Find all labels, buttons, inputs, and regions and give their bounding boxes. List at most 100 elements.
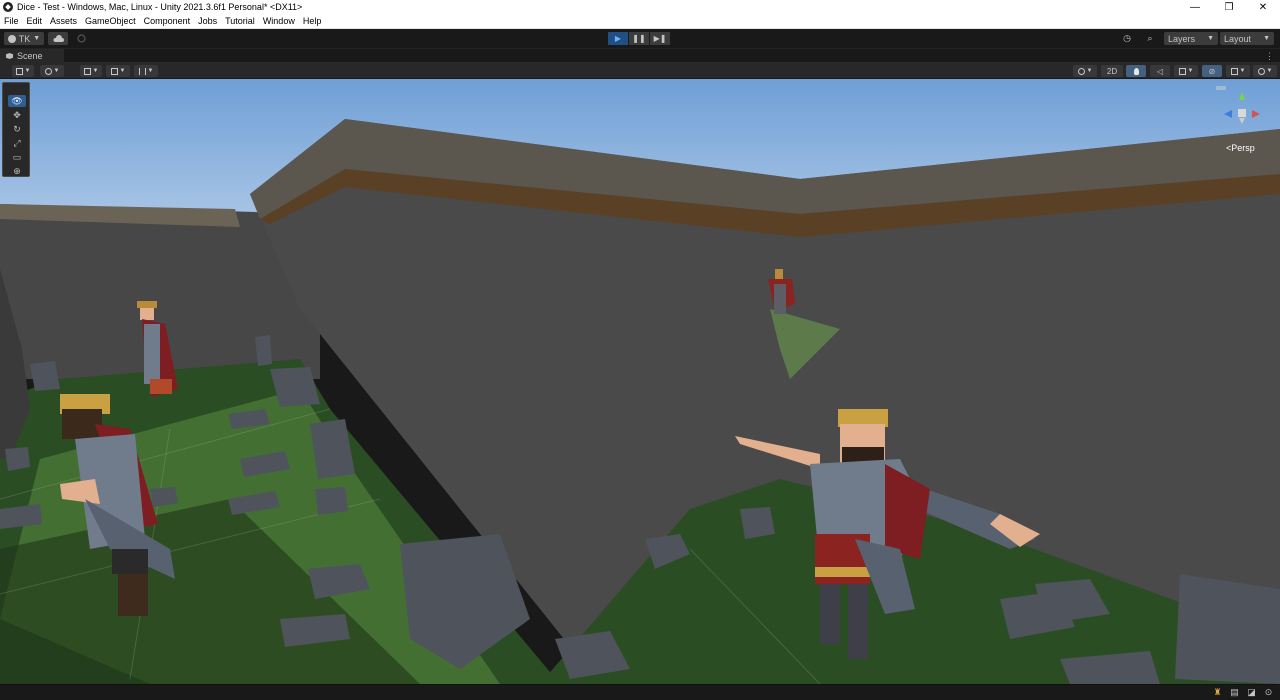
gizmos-icon xyxy=(1257,67,1265,75)
menu-bar: File Edit Assets GameObject Component Jo… xyxy=(0,14,1280,29)
lighting-toggle[interactable] xyxy=(1126,65,1146,77)
close-button[interactable]: ✕ xyxy=(1246,0,1280,14)
window-controls: — ❐ ✕ xyxy=(1178,0,1280,14)
scene-tools-overlay: 👁 ✥ ↻ ⤢ ▭ ⊕ xyxy=(2,82,30,177)
menu-help[interactable]: Help xyxy=(299,14,326,29)
cloud-button[interactable] xyxy=(48,32,68,45)
draw-mode-dropdown[interactable]: ▼ xyxy=(12,65,34,77)
menu-window[interactable]: Window xyxy=(259,14,299,29)
sphere-icon xyxy=(44,67,52,75)
progress-icon[interactable]: ◪ xyxy=(1246,687,1257,698)
cache-server-icon[interactable]: ▤ xyxy=(1229,687,1240,698)
layout-dropdown[interactable]: Layout ▼ xyxy=(1220,32,1274,45)
account-dropdown[interactable]: TK ▼ xyxy=(4,32,44,45)
rotate-tool-button[interactable]: ↻ xyxy=(8,123,26,135)
chevron-down-icon: ▼ xyxy=(1266,68,1273,74)
account-icon xyxy=(7,34,16,43)
pause-button[interactable]: ❚❚ xyxy=(629,32,649,45)
account-label: TK xyxy=(18,33,31,44)
camera-icon xyxy=(1230,67,1238,75)
grid-snap-dropdown[interactable]: ▼ xyxy=(80,65,102,77)
eye-slash-icon: ⊘ xyxy=(1208,66,1216,76)
tab-scene-label: Scene xyxy=(17,51,43,61)
transform-tool-button[interactable]: ⊕ xyxy=(8,165,26,177)
collab-icon xyxy=(76,34,86,43)
scene-visibility-toggle[interactable]: ⊘ xyxy=(1202,65,1222,77)
collab-button[interactable] xyxy=(72,32,90,45)
y-axis-cone xyxy=(1239,92,1245,100)
window-title: Dice - Test - Windows, Mac, Linux - Unit… xyxy=(17,2,303,12)
toggle-2d-button[interactable]: 2D xyxy=(1101,65,1123,77)
chevron-down-icon: ▼ xyxy=(147,68,154,74)
z-axis-cone xyxy=(1224,110,1232,118)
snap-icon xyxy=(110,67,118,75)
step-button[interactable]: ▶❚ xyxy=(650,32,670,45)
more-options-icon[interactable]: ⋮ xyxy=(1265,51,1274,62)
effects-icon xyxy=(1178,67,1186,75)
scene-render xyxy=(0,79,1280,684)
shading-icon xyxy=(1077,67,1085,75)
lighting-status-icon[interactable]: ♜ xyxy=(1212,687,1223,698)
hand-icon: 👁 xyxy=(11,95,23,106)
move-icon: ✥ xyxy=(13,109,21,120)
chevron-down-icon: ▼ xyxy=(33,35,41,42)
unity-editor-window: Dice - Test - Windows, Mac, Linux - Unit… xyxy=(0,0,1280,700)
chevron-down-icon: ▼ xyxy=(1187,68,1194,74)
projection-label[interactable]: <Persp xyxy=(1226,143,1255,153)
tab-scene[interactable]: Scene xyxy=(0,49,64,63)
title-bar: Dice - Test - Windows, Mac, Linux - Unit… xyxy=(0,0,1280,14)
chevron-down-icon: ▼ xyxy=(119,68,126,74)
playmode-controls: ▶ ❚❚ ▶❚ xyxy=(608,32,670,45)
gizmo-center-cube xyxy=(1238,109,1246,117)
undo-history-button[interactable]: ◷ xyxy=(1118,32,1136,45)
chevron-down-icon: ▼ xyxy=(53,68,60,74)
lightbulb-icon xyxy=(1133,67,1139,75)
chevron-down-icon: ▼ xyxy=(92,68,99,74)
menu-gameobject[interactable]: GameObject xyxy=(81,14,140,29)
view-tool-button[interactable]: 👁 xyxy=(8,95,26,107)
restore-button[interactable]: ❐ xyxy=(1212,0,1246,14)
menu-component[interactable]: Component xyxy=(140,14,195,29)
audio-toggle[interactable]: ◁ xyxy=(1150,65,1170,77)
scale-tool-button[interactable]: ⤢ xyxy=(8,137,26,149)
play-button[interactable]: ▶ xyxy=(608,32,628,45)
scene-view-toolbar: ▼ ▼ ▼ ▼ ▼ ▼ 2D ◁ ▼ ⊘ ▼ ▼ xyxy=(0,62,1280,79)
layout-label: Layout xyxy=(1224,33,1252,44)
scale-icon: ⤢ xyxy=(13,137,21,148)
render-mode-dropdown[interactable]: ▼ xyxy=(40,65,64,77)
menu-assets[interactable]: Assets xyxy=(46,14,81,29)
snap-increment-dropdown[interactable]: ▼ xyxy=(106,65,130,77)
shaded-icon xyxy=(15,67,23,75)
cloud-icon xyxy=(53,34,64,42)
shading-mode-dropdown[interactable]: ▼ xyxy=(1073,65,1097,77)
transform-icon: ⊕ xyxy=(13,165,21,176)
align-dropdown[interactable]: ▼ xyxy=(134,65,158,77)
chevron-down-icon: ▼ xyxy=(24,68,31,74)
align-icon xyxy=(138,67,146,75)
scene-tab-bar: Scene ⋮ xyxy=(0,48,1280,63)
chevron-down-icon: ▼ xyxy=(1263,35,1270,42)
grid-icon xyxy=(83,67,91,75)
x-axis-cone xyxy=(1252,110,1260,118)
menu-tutorial[interactable]: Tutorial xyxy=(221,14,259,29)
chevron-down-icon: ▼ xyxy=(1239,68,1246,74)
menu-jobs[interactable]: Jobs xyxy=(194,14,221,29)
menu-edit[interactable]: Edit xyxy=(23,14,47,29)
rect-tool-button[interactable]: ▭ xyxy=(8,151,26,163)
layers-dropdown[interactable]: Layers ▼ xyxy=(1164,32,1218,45)
camera-dropdown[interactable]: ▼ xyxy=(1226,65,1250,77)
effects-dropdown[interactable]: ▼ xyxy=(1174,65,1198,77)
chevron-down-icon: ▼ xyxy=(1086,68,1093,74)
rotate-icon: ↻ xyxy=(13,123,21,134)
search-button[interactable]: ⌕ xyxy=(1140,32,1160,45)
unity-logo-icon xyxy=(3,2,13,12)
move-tool-button[interactable]: ✥ xyxy=(8,109,26,121)
layers-label: Layers xyxy=(1168,33,1196,44)
gizmos-dropdown[interactable]: ▼ xyxy=(1253,65,1277,77)
status-icons: ♜ ▤ ◪ ⊙ xyxy=(1212,687,1274,698)
settings-icon[interactable]: ⊙ xyxy=(1263,687,1274,698)
scene-viewport[interactable] xyxy=(0,79,1280,684)
rect-icon: ▭ xyxy=(12,151,22,162)
menu-file[interactable]: File xyxy=(0,14,23,29)
minimize-button[interactable]: — xyxy=(1178,0,1212,14)
